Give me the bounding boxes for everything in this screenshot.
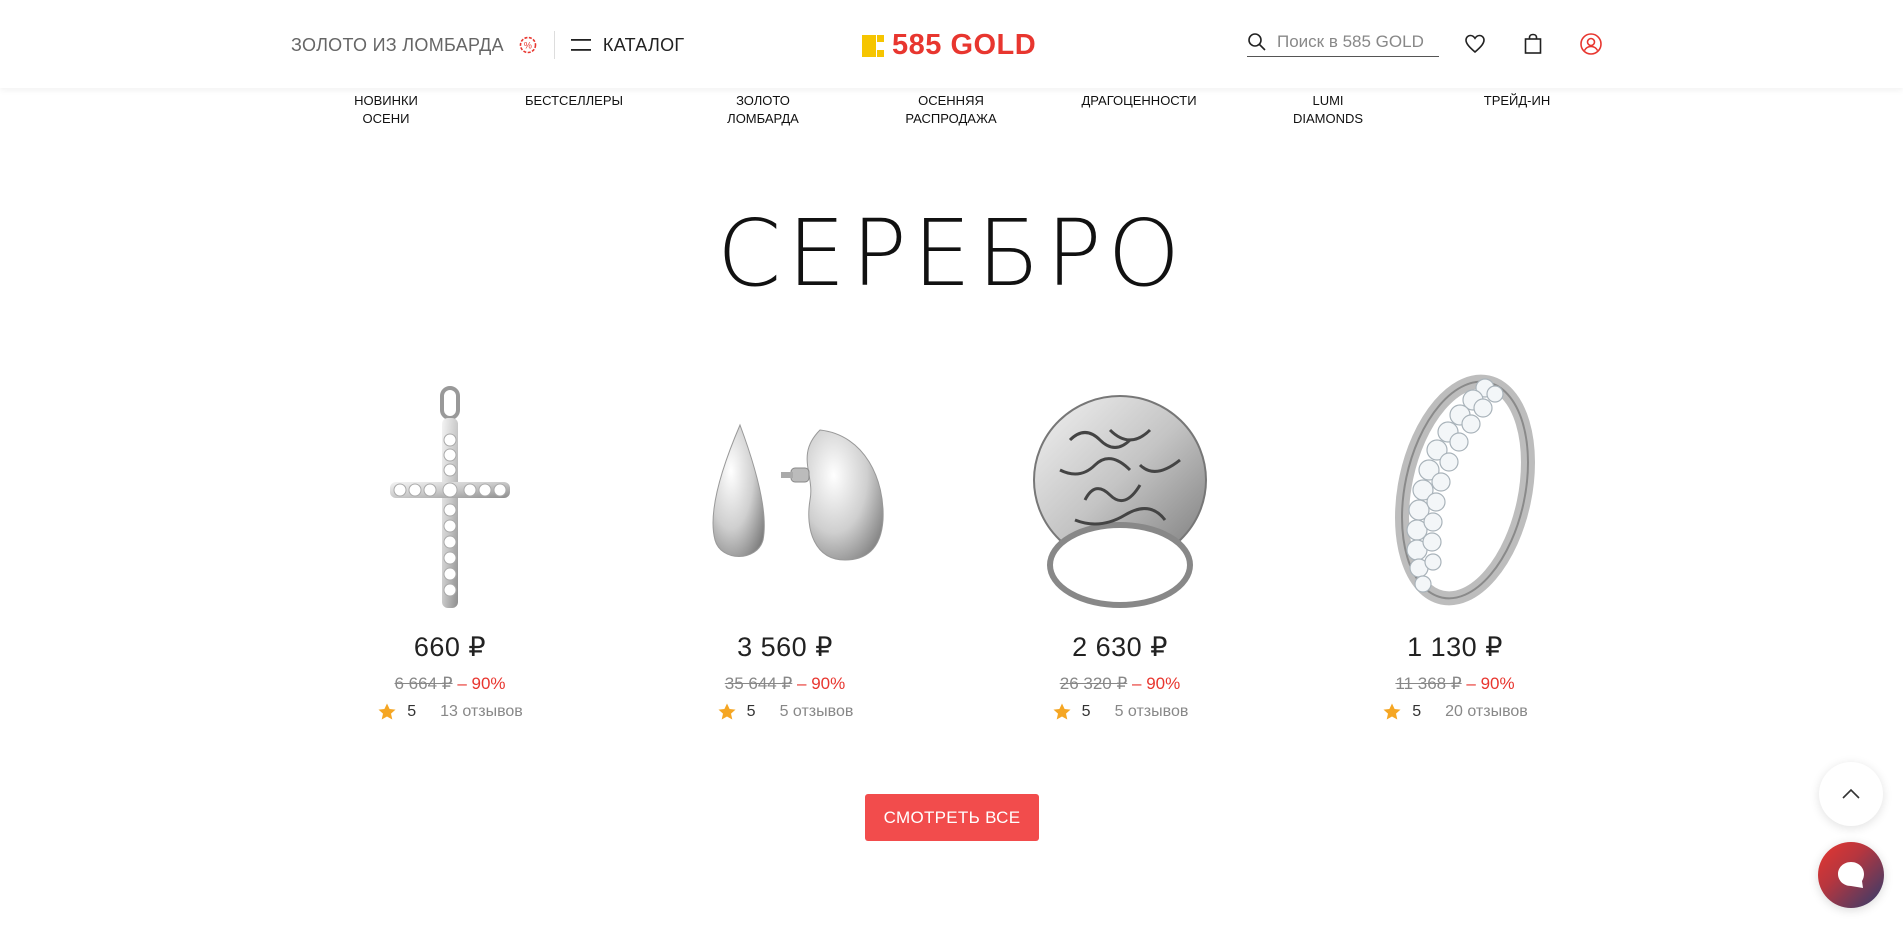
old-price: 11 368 ₽: [1395, 674, 1462, 693]
product-rating: 5 20 отзывов: [1335, 702, 1575, 722]
rating-value: 5: [1081, 703, 1091, 720]
nav-item-label: ОСЕННЯЯ РАСПРОДАЖА: [905, 93, 997, 126]
old-price: 6 664 ₽: [394, 674, 453, 693]
reviews-link[interactable]: 5 отзывов: [780, 703, 854, 721]
category-nav: НОВИНКИ ОСЕНИ БЕСТСЕЛЛЕРЫ ЗОЛОТО ЛОМБАРД…: [300, 92, 1600, 132]
product-price: 1 130 ₽: [1407, 632, 1503, 662]
nav-item-label: НОВИНКИ ОСЕНИ: [354, 93, 418, 126]
section-title: СЕРЕБРО: [717, 200, 1186, 307]
logo-text: 585 GOLD: [892, 29, 1037, 61]
eternity-ring-image[interactable]: [1335, 370, 1575, 620]
chevron-up-icon: [1842, 788, 1860, 799]
nav-item-new-autumn[interactable]: НОВИНКИ ОСЕНИ: [316, 92, 456, 128]
product-card[interactable]: 3 560 ₽ 35 644 ₽ – 90% 5 5 отзывов: [665, 370, 905, 722]
catalog-label: КАТАЛОГ: [602, 34, 685, 55]
reviews-link[interactable]: 5 отзывов: [1115, 703, 1189, 721]
product-price: 660 ₽: [413, 632, 487, 662]
star-icon: [378, 703, 396, 720]
rating-value: 5: [407, 703, 417, 720]
product-price: 3 560 ₽: [737, 632, 833, 662]
old-price-row: 35 644 ₽ – 90%: [665, 674, 905, 694]
product-price: 2 630 ₽: [1072, 632, 1168, 662]
scroll-to-top-button[interactable]: [1819, 762, 1883, 826]
product-card[interactable]: 1 130 ₽ 11 368 ₽ – 90% 5 20 отзывов: [1335, 370, 1575, 722]
heart-icon[interactable]: [1463, 32, 1487, 56]
chat-bubble-icon: [1838, 862, 1864, 888]
search-icon[interactable]: [1247, 32, 1267, 52]
old-price-row: 6 664 ₽ – 90%: [330, 674, 570, 694]
nav-item-autumn-sale[interactable]: ОСЕННЯЯ РАСПРОДАЖА: [881, 92, 1021, 128]
site-logo[interactable]: 585 GOLD: [862, 29, 1036, 62]
nav-item-jewels[interactable]: ДРАГОЦЕННОСТИ: [1069, 92, 1209, 110]
view-all-button[interactable]: СМОТРЕТЬ ВСЕ: [865, 794, 1039, 841]
ornate-ring-image[interactable]: [1000, 370, 1240, 620]
product-rating: 5 13 отзывов: [330, 702, 570, 722]
shopping-bag-icon[interactable]: [1521, 32, 1545, 56]
nav-item-bestsellers[interactable]: БЕСТСЕЛЛЕРЫ: [504, 92, 644, 110]
logo-mark-icon: [862, 34, 884, 57]
product-card[interactable]: 660 ₽ 6 664 ₽ – 90% 5 13 отзывов: [330, 370, 570, 722]
discount-badge-icon: %: [519, 36, 537, 54]
header-left: ЗОЛОТО ИЗ ЛОМБАРДА % КАТАЛОГ: [291, 30, 684, 60]
nav-item-label: ТРЕЙД-ИН: [1483, 93, 1551, 108]
rating-value: 5: [1412, 703, 1422, 720]
old-price-row: 11 368 ₽ – 90%: [1335, 674, 1575, 694]
reviews-link[interactable]: 13 отзывов: [440, 703, 523, 721]
product-card[interactable]: 2 630 ₽ 26 320 ₽ – 90% 5 5 отзывов: [1000, 370, 1240, 722]
nav-item-label: ЗОЛОТО ЛОМБАРДА: [727, 93, 799, 126]
product-rating: 5 5 отзывов: [1000, 702, 1240, 722]
menu-icon: [570, 39, 591, 51]
catalog-button[interactable]: КАТАЛОГ: [570, 34, 685, 56]
old-price: 26 320 ₽: [1059, 674, 1128, 693]
discount-label: – 90%: [1132, 674, 1181, 693]
discount-label: – 90%: [457, 674, 506, 693]
product-rating: 5 5 отзывов: [665, 702, 905, 722]
nav-item-trade-in[interactable]: ТРЕЙД-ИН: [1447, 92, 1587, 110]
pawn-gold-label: ЗОЛОТО ИЗ ЛОМБАРДА: [291, 34, 504, 55]
chat-button[interactable]: [1818, 842, 1884, 908]
cross-pendant-image[interactable]: [330, 370, 570, 620]
nav-item-pawn-gold[interactable]: ЗОЛОТО ЛОМБАРДА: [693, 92, 833, 128]
search-box: [1247, 31, 1439, 57]
star-icon: [718, 703, 736, 720]
reviews-link[interactable]: 20 отзывов: [1445, 703, 1528, 721]
nav-item-label: БЕСТСЕЛЛЕРЫ: [524, 93, 624, 108]
star-icon: [1053, 703, 1071, 720]
search-input[interactable]: [1277, 31, 1437, 52]
site-header: ЗОЛОТО ИЗ ЛОМБАРДА % КАТАЛОГ 585 GOLD: [0, 0, 1903, 88]
old-price-row: 26 320 ₽ – 90%: [1000, 674, 1240, 694]
nav-item-lumi-diamonds[interactable]: LUMI DIAMONDS: [1258, 92, 1398, 128]
nav-item-label: LUMI DIAMONDS: [1292, 93, 1364, 126]
svg-text:%: %: [524, 41, 532, 51]
rating-value: 5: [746, 703, 756, 720]
user-account-icon[interactable]: [1579, 32, 1603, 56]
discount-label: – 90%: [797, 674, 846, 693]
pawn-gold-link[interactable]: ЗОЛОТО ИЗ ЛОМБАРДА %: [291, 35, 538, 56]
star-icon: [1383, 703, 1401, 720]
header-divider: [553, 31, 555, 59]
old-price: 35 644 ₽: [724, 674, 793, 693]
drop-earrings-image[interactable]: [665, 370, 905, 620]
header-right: [1247, 29, 1603, 59]
nav-item-label: ДРАГОЦЕННОСТИ: [1081, 93, 1197, 108]
discount-label: – 90%: [1466, 674, 1515, 693]
